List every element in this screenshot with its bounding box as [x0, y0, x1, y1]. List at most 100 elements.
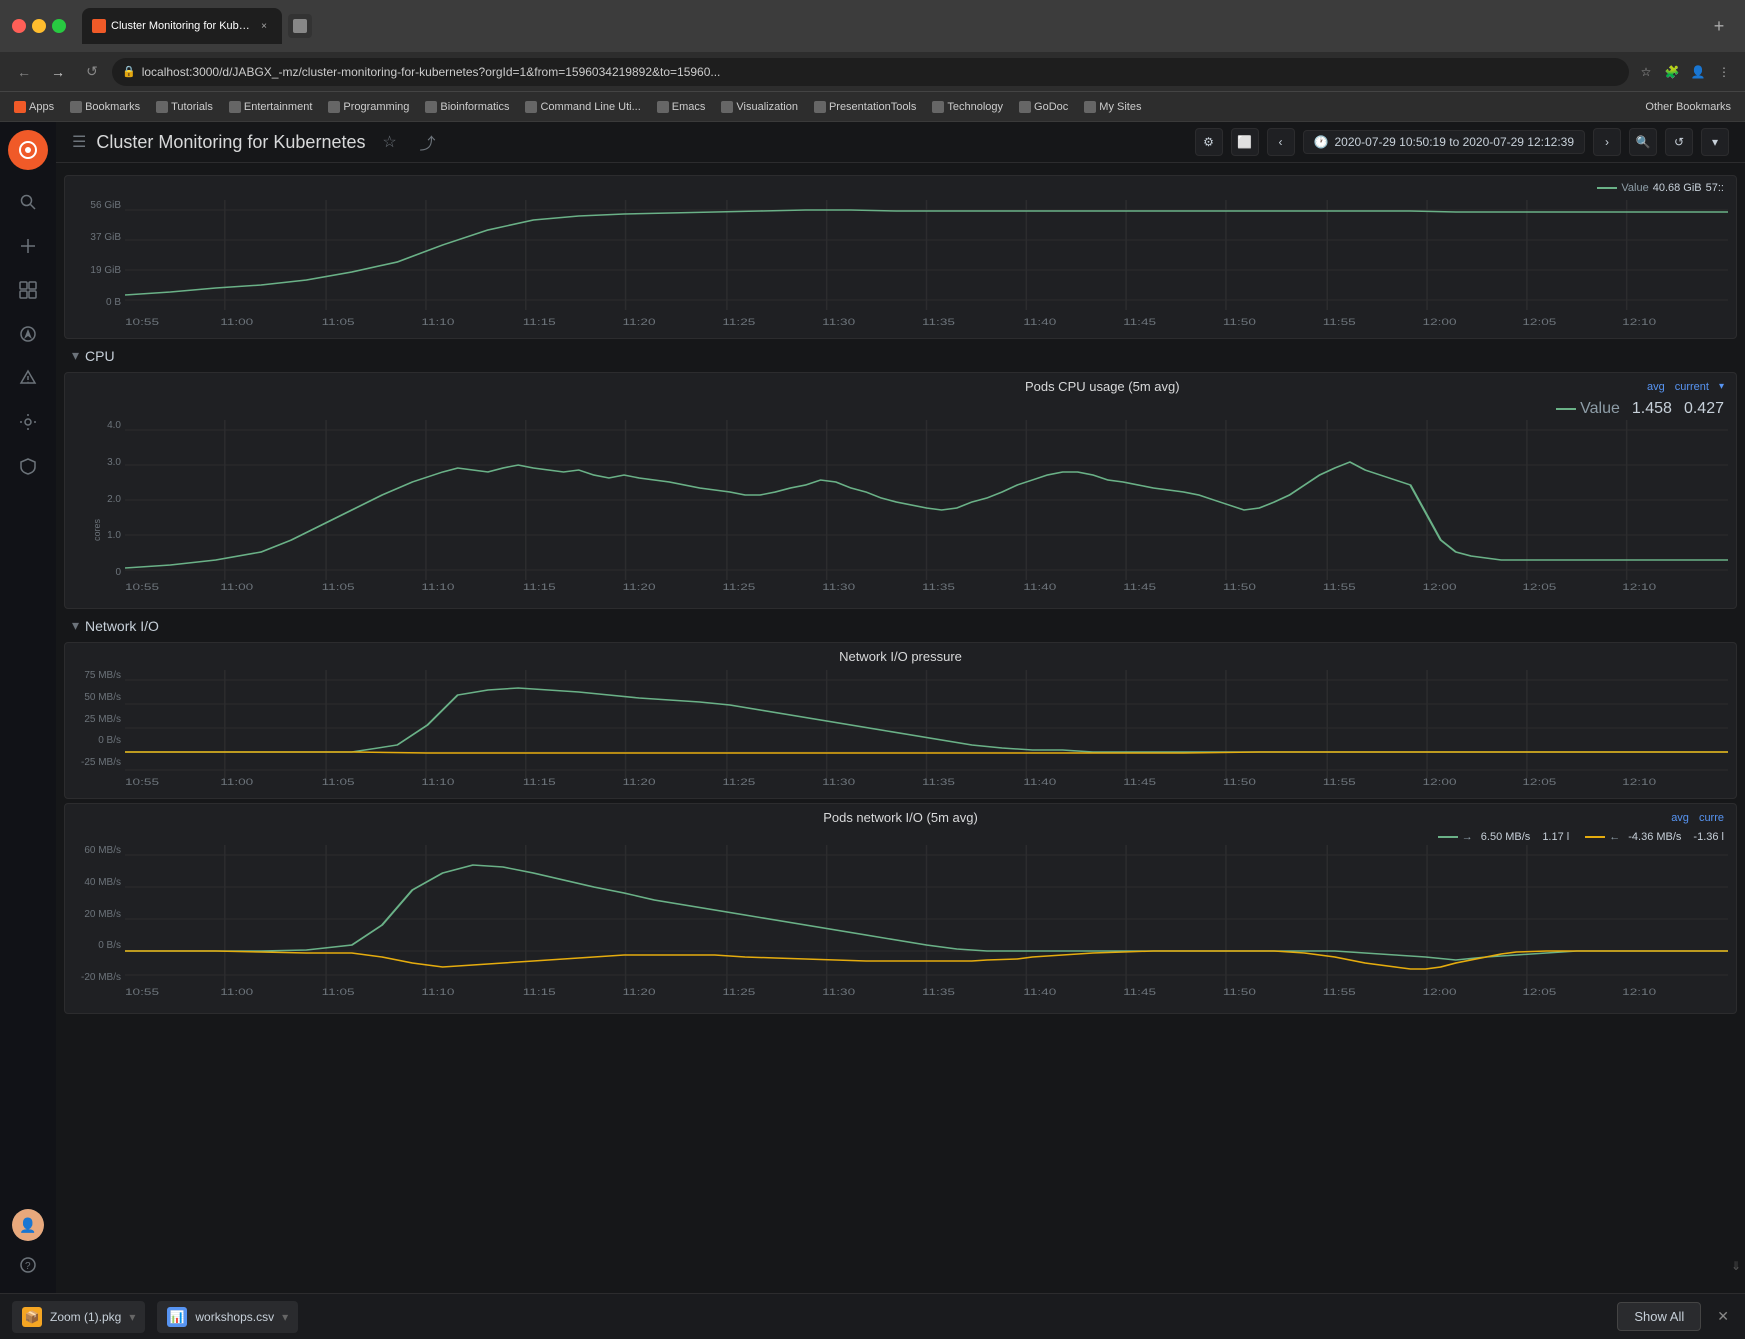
bookmark-presentation[interactable]: PresentationTools: [808, 99, 922, 115]
grafana-logo[interactable]: [8, 130, 48, 170]
svg-text:11:25: 11:25: [722, 778, 755, 787]
bottom-bar-close-button[interactable]: ✕: [1713, 1304, 1733, 1329]
svg-text:11:05: 11:05: [322, 318, 355, 327]
share-button[interactable]: ⤴: [413, 128, 441, 156]
memory-y-label-1: 37 GiB: [73, 232, 121, 243]
cpu-y-label-0: 4.0: [73, 420, 121, 431]
traffic-lights: [12, 19, 66, 33]
minimize-traffic-light[interactable]: [32, 19, 46, 33]
bookmark-godoc[interactable]: GoDoc: [1013, 99, 1074, 115]
pods-network-curr-label: curre: [1699, 812, 1724, 824]
sidebar-add-button[interactable]: [8, 226, 48, 266]
pods-out-avg: 6.50 MB/s: [1481, 831, 1531, 843]
memory-y-label-2: 19 GiB: [73, 265, 121, 276]
refresh-dropdown[interactable]: ▾: [1701, 128, 1729, 156]
other-bookmarks-label: Other Bookmarks: [1645, 101, 1731, 113]
svg-text:11:45: 11:45: [1123, 583, 1156, 592]
memory-legend-extra: 57::: [1706, 182, 1724, 194]
pods-network-chart-area: 60 MB/s 40 MB/s 20 MB/s 0 B/s -20 MB/s: [73, 845, 1728, 1005]
pods-network-title: Pods network I/O (5m avg): [626, 810, 1175, 825]
zoom-collapse-icon[interactable]: ▾: [129, 1310, 135, 1324]
sidebar-shield-button[interactable]: [8, 446, 48, 486]
bookmark-icon[interactable]: ☆: [1635, 61, 1657, 83]
bookmark-visualization[interactable]: Visualization: [715, 99, 804, 115]
svg-text:12:05: 12:05: [1522, 988, 1556, 997]
memory-legend: Value 40.68 GiB 57::: [1597, 182, 1724, 194]
zoom-out-button[interactable]: 🔍: [1629, 128, 1657, 156]
sidebar-help-button[interactable]: ?: [8, 1245, 48, 1285]
bookmark-tutorials[interactable]: Tutorials: [150, 99, 219, 115]
download-item-zoom[interactable]: 📦 Zoom (1).pkg ▾: [12, 1301, 145, 1333]
programming-icon: [328, 101, 340, 113]
tab-close-button[interactable]: ×: [256, 18, 272, 34]
star-button[interactable]: ☆: [375, 128, 403, 156]
sidebar-settings-button[interactable]: [8, 402, 48, 442]
next-time-button[interactable]: ›: [1593, 128, 1621, 156]
forward-button[interactable]: →: [44, 58, 72, 86]
csv-file-icon: 📊: [167, 1307, 187, 1327]
network-section-header[interactable]: ▾ Network I/O: [56, 613, 1745, 638]
memory-legend-value: 40.68 GiB: [1653, 182, 1702, 194]
maximize-traffic-light[interactable]: [52, 19, 66, 33]
svg-text:11:00: 11:00: [220, 318, 253, 327]
sidebar-dashboards-button[interactable]: [8, 270, 48, 310]
show-all-button[interactable]: Show All: [1617, 1302, 1701, 1331]
memory-chart: 10:55 11:00 11:05 11:10 11:15 11:20 11:2…: [125, 200, 1728, 330]
address-bar[interactable]: 🔒 localhost:3000/d/JABGX_-mz/cluster-mon…: [112, 58, 1629, 86]
sidebar-explore-button[interactable]: [8, 314, 48, 354]
svg-text:11:00: 11:00: [220, 583, 253, 592]
svg-text:11:50: 11:50: [1223, 583, 1256, 592]
browser-toolbar: ← → ↺ 🔒 localhost:3000/d/JABGX_-mz/clust…: [0, 52, 1745, 92]
bookmark-other[interactable]: Other Bookmarks: [1639, 99, 1737, 115]
menu-toggle-icon[interactable]: ☰: [72, 132, 86, 152]
svg-text:12:00: 12:00: [1423, 318, 1457, 327]
prev-time-button[interactable]: ‹: [1267, 128, 1295, 156]
cpu-current-dropdown-icon[interactable]: ▾: [1719, 381, 1724, 392]
tab-icon[interactable]: [288, 14, 312, 38]
bookmark-programming[interactable]: Programming: [322, 99, 415, 115]
sidebar-alerting-button[interactable]: [8, 358, 48, 398]
reload-button[interactable]: ↺: [78, 58, 106, 86]
workshops-collapse-icon[interactable]: ▾: [282, 1310, 288, 1324]
active-tab[interactable]: Cluster Monitoring for Kubernetes ×: [82, 8, 282, 44]
toolbar-actions: ☆ 🧩 👤 ⋮: [1635, 61, 1735, 83]
sidebar-search-button[interactable]: [8, 182, 48, 222]
extensions-icon[interactable]: 🧩: [1661, 61, 1683, 83]
new-tab-button[interactable]: +: [1705, 12, 1733, 40]
profile-icon[interactable]: 👤: [1687, 61, 1709, 83]
bookmark-bookmarks[interactable]: Bookmarks: [64, 99, 146, 115]
godoc-label: GoDoc: [1034, 101, 1068, 113]
download-item-workshops[interactable]: 📊 workshops.csv ▾: [157, 1301, 298, 1333]
svg-text:11:45: 11:45: [1123, 778, 1156, 787]
bookmark-entertainment[interactable]: Entertainment: [223, 99, 318, 115]
svg-text:12:00: 12:00: [1423, 988, 1457, 997]
bookmark-apps[interactable]: Apps: [8, 99, 60, 115]
close-traffic-light[interactable]: [12, 19, 26, 33]
bookmark-mysites[interactable]: My Sites: [1078, 99, 1147, 115]
refresh-button[interactable]: ↺: [1665, 128, 1693, 156]
svg-text:11:30: 11:30: [822, 583, 855, 592]
bookmark-technology[interactable]: Technology: [926, 99, 1009, 115]
bookmark-bioinformatics[interactable]: Bioinformatics: [419, 99, 515, 115]
back-button[interactable]: ←: [10, 58, 38, 86]
svg-text:11:30: 11:30: [822, 778, 855, 787]
time-range-picker[interactable]: 🕐 2020-07-29 10:50:19 to 2020-07-29 12:1…: [1303, 130, 1585, 154]
bioinformatics-icon: [425, 101, 437, 113]
cpu-panel-header: Pods CPU usage (5m avg) avg current ▾: [65, 373, 1736, 400]
clock-icon: 🕐: [1314, 135, 1329, 149]
np-y-1: 50 MB/s: [73, 692, 121, 703]
bookmark-cmdline[interactable]: Command Line Uti...: [519, 99, 646, 115]
pods-network-out-item: → 6.50 MB/s 1.17 l: [1438, 831, 1569, 843]
menu-icon[interactable]: ⋮: [1713, 61, 1735, 83]
display-button[interactable]: ⬜: [1231, 128, 1259, 156]
bookmark-emacs[interactable]: Emacs: [651, 99, 712, 115]
grafana-main: ☰ Cluster Monitoring for Kubernetes ☆ ⤴ …: [56, 122, 1745, 1293]
pods-out-current: 1.17 l: [1542, 831, 1569, 843]
user-avatar[interactable]: 👤: [12, 1209, 44, 1241]
emacs-label: Emacs: [672, 101, 706, 113]
settings-button[interactable]: ⚙: [1195, 128, 1223, 156]
svg-text:11:30: 11:30: [822, 988, 855, 997]
url-display: localhost:3000/d/JABGX_-mz/cluster-monit…: [142, 65, 1619, 79]
cpu-section-header[interactable]: ▾ CPU: [56, 343, 1745, 368]
dashboard-header: ☰ Cluster Monitoring for Kubernetes ☆ ⤴ …: [56, 122, 1745, 163]
